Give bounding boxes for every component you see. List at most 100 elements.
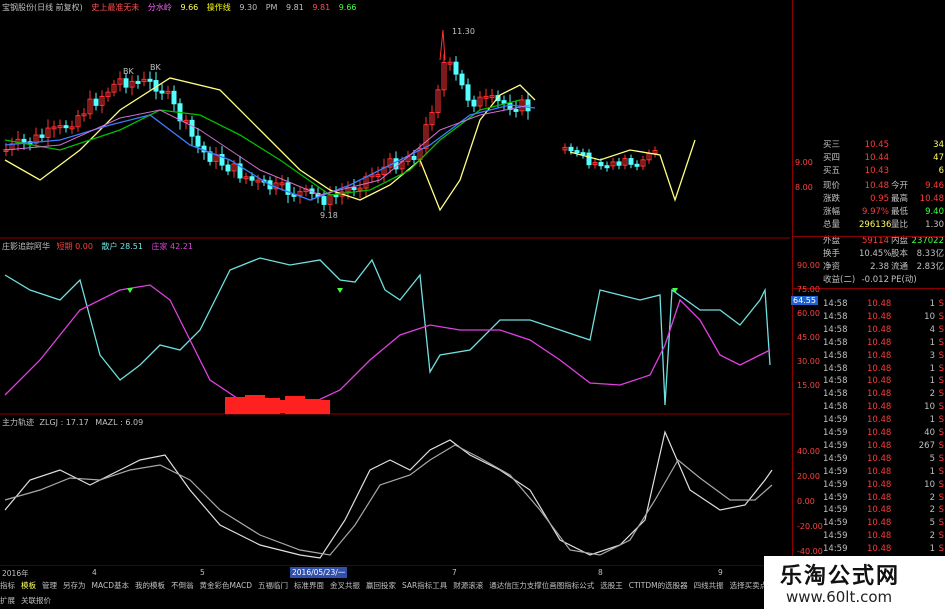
tick-row: 14:59 10.48 40 S — [823, 427, 945, 440]
dealer-line — [4, 284, 771, 406]
bid-level-price: 10.43 — [864, 166, 889, 176]
indicator-tab[interactable]: 四线共振 — [694, 581, 724, 590]
candle-body — [459, 73, 465, 86]
indicator-tab[interactable]: MACD基本 — [92, 581, 129, 590]
extra-tab[interactable]: 关联报价 — [21, 596, 51, 605]
marker-b-1: BK — [123, 67, 134, 76]
indicator-tab[interactable]: 指标 — [0, 581, 15, 590]
indicator-tab[interactable]: 另存为 — [63, 581, 86, 590]
tick-row: 14:58 10.48 1 S — [823, 298, 945, 311]
candle-body — [411, 155, 417, 160]
quote-label: 现价 — [823, 181, 841, 191]
indicator-tab[interactable]: 管理 — [42, 581, 57, 590]
indicator-tab[interactable]: 赢回投家 — [366, 581, 396, 590]
dealer-volume-band — [228, 400, 328, 413]
quote-value: 2.38 — [870, 262, 889, 272]
indicator-tab[interactable]: 通达信压力支撑位画图指标公式 — [489, 581, 594, 590]
candle-body — [189, 119, 195, 137]
candle-body — [580, 152, 586, 156]
quote-value-2: 10.48 — [919, 194, 944, 204]
tick-volume: 1 — [929, 337, 935, 348]
tick-direction: S — [938, 324, 944, 335]
bid-level-price: 10.45 — [864, 140, 889, 150]
tick-time: 14:59 — [823, 415, 848, 426]
indicator-tab[interactable]: 模板 — [21, 581, 36, 590]
tick-direction: S — [938, 415, 944, 426]
quote-value: -0.012 — [861, 275, 889, 285]
quote-panel: 买三 10.45 34 买四 10.44 47 买五 10.43 6 现价 10.4… — [791, 0, 945, 567]
tick-volume: 1 — [929, 544, 935, 555]
indicator-tab[interactable]: 选股王 — [600, 581, 623, 590]
tick-price: 10.48 — [867, 479, 892, 490]
quote-label-2: 今开 — [891, 181, 909, 191]
tick-row: 14:59 10.48 2 S — [823, 530, 945, 543]
quote-divider — [793, 236, 945, 237]
date-m8: 8 — [598, 568, 603, 577]
tick-row: 14:58 10.48 10 S — [823, 311, 945, 324]
tick-price: 10.48 — [867, 402, 892, 413]
quote-label-2: 最高 — [891, 194, 909, 204]
date-m7: 7 — [452, 568, 457, 577]
high-spike — [439, 29, 446, 61]
indicator-tab[interactable]: 五福临门 — [258, 581, 288, 590]
tick-price: 10.48 — [867, 453, 892, 464]
tick-price: 10.48 — [867, 466, 892, 477]
tick-direction: S — [938, 531, 944, 542]
indicator-tab[interactable]: SAR指标工具 — [402, 581, 447, 590]
bid-level-row: 买四 10.44 47 — [823, 152, 945, 164]
tick-time: 14:58 — [823, 299, 848, 309]
buy-arrow-icon — [337, 288, 343, 293]
indicator-tab[interactable]: CTITDM的选股器 — [629, 581, 688, 590]
indicator-tab-bar: 指标 模板 管理 另存为 MACD基本 我的模板 不倒翁 黄金彩色MACD 五福临门 标准界面 金叉… — [0, 580, 832, 592]
bid-level-price: 10.44 — [864, 153, 889, 163]
indicator-tab[interactable]: 金叉共振 — [330, 581, 360, 590]
candle-body — [586, 152, 592, 166]
bid-level-volume: 6 — [938, 166, 944, 176]
candle-body — [351, 187, 357, 191]
mazl-colon: : — [120, 418, 123, 427]
indicator2-axis-label: 40.00 — [797, 447, 820, 456]
zl-colon: : — [60, 418, 64, 427]
indicator-tab[interactable]: 不倒翁 — [171, 581, 194, 590]
tick-volume: 2 — [929, 389, 935, 400]
tick-price: 10.48 — [867, 415, 892, 426]
chart-area[interactable]: 宝钢股份(日线 前复权) 史上最准无未 分水岭 9.66 操作线 9.30 PM… — [0, 0, 790, 566]
date-m5: 5 — [200, 568, 205, 577]
extra-tab[interactable]: 扩展 — [0, 596, 15, 605]
tick-row: 14:59 10.48 5 S — [823, 517, 945, 530]
date-m9: 9 — [718, 568, 723, 577]
tick-volume: 5 — [929, 518, 935, 529]
quote-label: 总量 — [823, 220, 841, 230]
quote-value-2: 9.40 — [925, 207, 944, 217]
date-axis: 2016年 4 5 2016/05/23/一 7 8 9 — [0, 567, 790, 578]
indicator-tab[interactable]: 财源滚滚 — [453, 581, 483, 590]
tick-volume: 1 — [929, 363, 935, 374]
indicator1-axis-label: 75.00 — [797, 285, 820, 294]
tick-direction: S — [938, 376, 944, 387]
tick-time: 14:59 — [823, 492, 848, 503]
zl-value: 17.17 — [65, 418, 89, 427]
tick-direction: S — [938, 350, 944, 361]
tick-price: 10.48 — [867, 337, 892, 348]
chart-svg — [0, 29, 790, 566]
tick-volume: 1 — [929, 299, 935, 309]
candle-body — [501, 100, 507, 104]
quote-row: 收益(二) -0.012 PE(动) — [823, 274, 945, 286]
tick-volume: 10 — [924, 479, 935, 490]
tick-time: 14:58 — [823, 337, 848, 348]
quote-row: 换手 10.45% 股本 8.33亿 — [823, 248, 945, 260]
indicator-tab[interactable]: 黄金彩色MACD — [199, 581, 251, 590]
tick-direction: S — [938, 492, 944, 503]
candle-body — [39, 134, 45, 138]
tick-time: 14:59 — [823, 440, 848, 451]
tick-direction: S — [938, 428, 944, 438]
tick-direction: S — [938, 505, 944, 516]
candle-body — [513, 108, 519, 112]
quote-row: 现价 10.48 今开 9.46 — [823, 180, 945, 192]
indicator-tab[interactable]: 标准界面 — [294, 581, 324, 590]
mazl-line — [4, 444, 773, 556]
quote-value: 9.97% — [861, 207, 889, 217]
tick-price: 10.48 — [867, 440, 892, 451]
candle-body — [135, 80, 141, 84]
indicator-tab[interactable]: 我的模板 — [135, 581, 165, 590]
